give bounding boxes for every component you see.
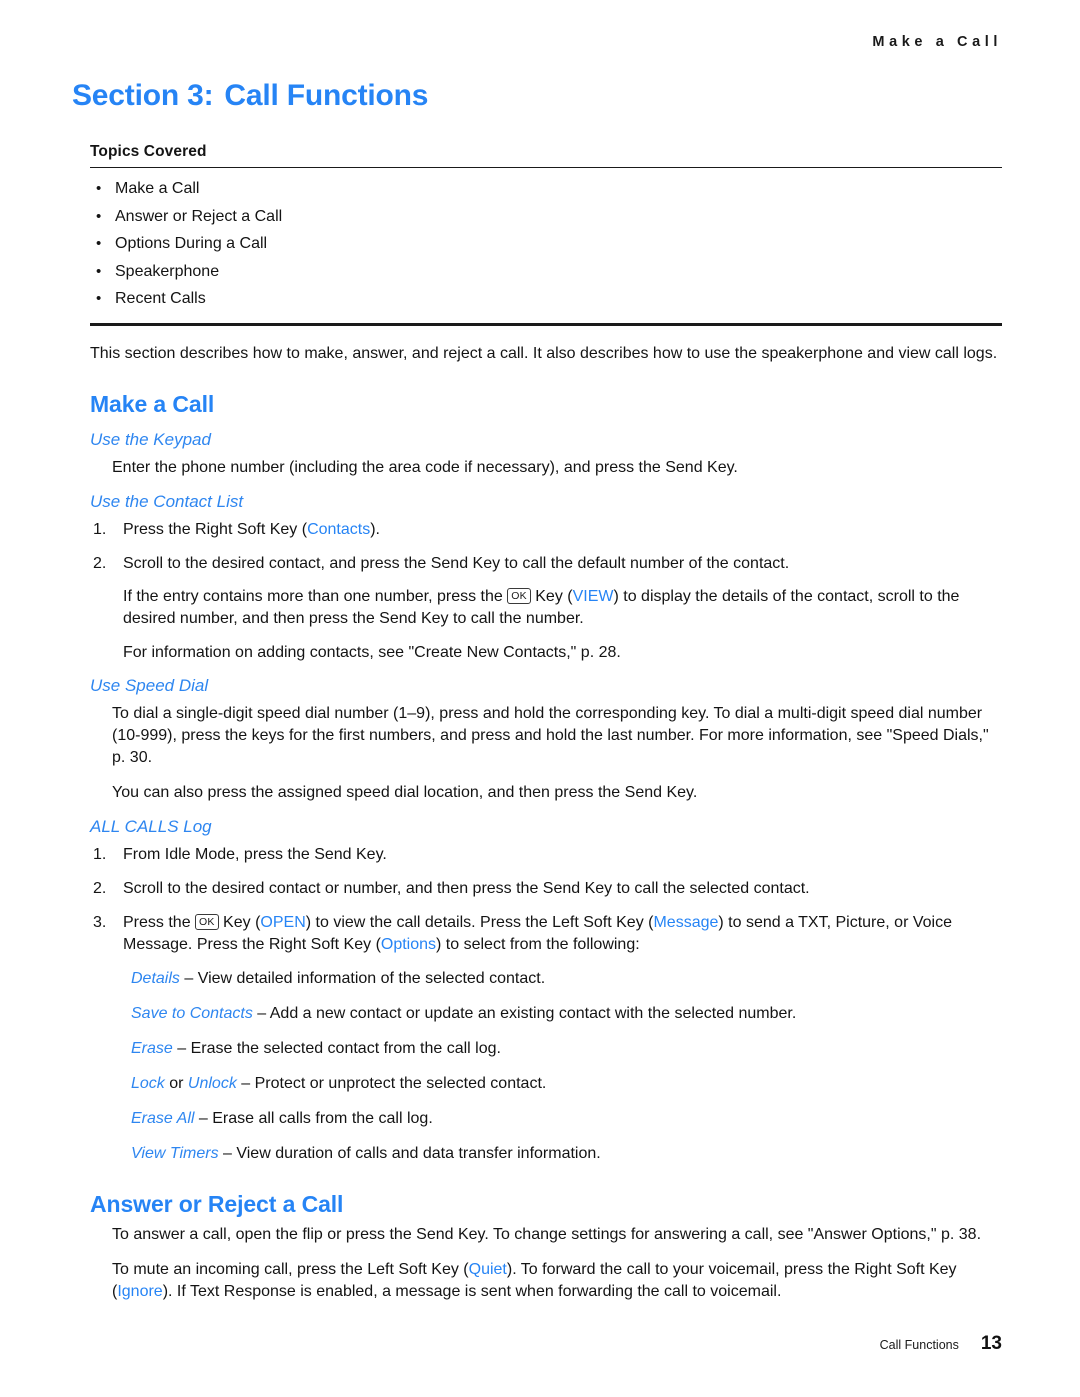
footer-chapter-label: Call Functions: [879, 1338, 959, 1352]
option-desc: – View detailed information of the selec…: [179, 969, 546, 987]
section-label: Section 3:: [72, 79, 214, 112]
step-number: 1.: [93, 845, 107, 863]
page-footer: Call Functions 13: [880, 1333, 1002, 1355]
step-text-pre: Press the Right Soft Key (: [123, 520, 308, 538]
list-item: • Make a Call: [90, 175, 1002, 203]
option-item-lock-unlock: Lock or Unlock – Protect or unprotect th…: [131, 1073, 1002, 1095]
speed-dial-paragraph-2: You can also press the assigned speed di…: [112, 783, 698, 801]
softkey-label-contacts: Contacts: [307, 520, 371, 538]
topics-rule-top: [90, 167, 1002, 168]
option-term-2: Unlock: [187, 1074, 237, 1092]
option-desc: – Add a new contact or update an existin…: [252, 1004, 797, 1022]
option-term: Details: [131, 969, 180, 987]
call-log-options-list: Details – View detailed information of t…: [90, 968, 1002, 1165]
manual-page: Make a Call Section 3: Call Functions Top…: [0, 0, 1080, 1397]
ar2-pre: To mute an incoming call, press the Left…: [112, 1260, 469, 1278]
option-term: Lock: [131, 1074, 165, 1092]
option-desc: – Protect or unprotect the selected cont…: [236, 1074, 547, 1092]
step-text: Scroll to the desired contact, and press…: [123, 554, 790, 572]
all-calls-steps: 1. From Idle Mode, press the Send Key. 2…: [90, 844, 1002, 956]
list-item: • Options During a Call: [90, 230, 1002, 258]
option-item-erase-all: Erase All – Erase all calls from the cal…: [131, 1108, 1002, 1130]
list-item: • Answer or Reject a Call: [90, 203, 1002, 231]
option-term: Erase: [131, 1039, 173, 1057]
answer-reject-paragraph-1: To answer a call, open the flip or press…: [112, 1225, 982, 1243]
step-number: 3.: [93, 913, 107, 931]
answer-reject-paragraph-2: To mute an incoming call, press the Left…: [112, 1259, 1002, 1303]
bullet-icon: •: [96, 180, 102, 197]
ok-key-icon: OK: [507, 588, 531, 604]
subheading-all-calls-log: ALL CALLS Log: [90, 816, 212, 836]
step-item: 2. Scroll to the desired contact, and pr…: [90, 553, 1002, 630]
topic-label: Speakerphone: [115, 262, 220, 280]
option-desc: – Erase all calls from the call log.: [194, 1109, 433, 1127]
step3-mid2: ) to view the call details. Press the Le…: [305, 913, 654, 931]
step-item: 1. From Idle Mode, press the Send Key.: [90, 844, 1002, 866]
option-item-view-timers: View Timers – View duration of calls and…: [131, 1143, 1002, 1165]
bullet-icon: •: [96, 207, 102, 225]
option-term: View Timers: [131, 1144, 219, 1162]
option-desc: – Erase the selected contact from the ca…: [172, 1039, 501, 1057]
subheading-use-the-keypad: Use the Keypad: [90, 429, 211, 449]
subheading-use-the-contact-list: Use the Contact List: [90, 491, 244, 511]
option-term: Erase All: [131, 1109, 195, 1127]
note-pre: If the entry contains more than one numb…: [123, 587, 508, 605]
option-item-details: Details – View detailed information of t…: [131, 968, 1002, 990]
step-text: From Idle Mode, press the Send Key.: [123, 845, 387, 863]
bullet-icon: •: [96, 290, 102, 307]
heading-answer-or-reject-a-call: Answer or Reject a Call: [90, 1190, 344, 1217]
topic-label: Options During a Call: [115, 235, 268, 252]
topics-rule-bottom: [90, 322, 1002, 326]
keypad-paragraph: Enter the phone number (including the ar…: [112, 458, 738, 476]
softkey-label-options: Options: [380, 935, 437, 953]
bullet-icon: •: [96, 235, 102, 252]
footer-page-number: 13: [980, 1333, 1002, 1354]
option-conj: or: [164, 1074, 188, 1092]
note-mid: Key (: [530, 587, 573, 605]
list-item: • Speakerphone: [90, 258, 1002, 286]
option-item-save-to-contacts: Save to Contacts – Add a new contact or …: [131, 1003, 1002, 1025]
topic-label: Recent Calls: [115, 290, 206, 307]
running-header: Make a Call: [872, 34, 1002, 50]
intro-paragraph: This section describes how to make, answ…: [90, 344, 998, 362]
softkey-label-message: Message: [653, 913, 719, 931]
step-text: Press the Right Soft Key (Contacts).: [123, 519, 1002, 541]
softkey-label-quiet: Quiet: [468, 1260, 507, 1278]
option-desc: – View duration of calls and data transf…: [218, 1144, 601, 1162]
step-text: Scroll to the desired contact or number,…: [123, 879, 810, 897]
contact-list-steps: 1. Press the Right Soft Key (Contacts). …: [90, 519, 1002, 630]
content-column: Topics Covered • Make a Call • Answer or R…: [90, 143, 1002, 1316]
step-item: 2. Scroll to the desired contact or numb…: [90, 878, 1002, 900]
list-item: • Recent Calls: [90, 285, 1002, 313]
page-title: Section 3: Call Functions: [72, 79, 428, 113]
ar2-post: ). If Text Response is enabled, a messag…: [162, 1282, 782, 1300]
ok-key-icon: OK: [195, 914, 219, 930]
speed-dial-paragraph-1: To dial a single-digit speed dial number…: [112, 704, 989, 766]
step-item: 1. Press the Right Soft Key (Contacts).: [90, 519, 1002, 541]
bullet-icon: •: [96, 262, 102, 280]
step-number: 2.: [93, 554, 107, 572]
softkey-label-open: OPEN: [260, 913, 306, 931]
section-title-text: Call Functions: [224, 79, 429, 112]
step-number: 2.: [93, 879, 107, 897]
step-text: Press the OK Key (OPEN) to view the call…: [123, 912, 1002, 956]
topic-label: Answer or Reject a Call: [115, 207, 283, 225]
step3-pre: Press the: [123, 913, 196, 931]
option-item-erase: Erase – Erase the selected contact from …: [131, 1038, 1002, 1060]
subheading-use-speed-dial: Use Speed Dial: [90, 675, 209, 695]
step-number: 1.: [93, 520, 107, 538]
heading-make-a-call: Make a Call: [90, 390, 215, 417]
option-term: Save to Contacts: [131, 1004, 253, 1022]
step-note: If the entry contains more than one numb…: [123, 586, 1002, 630]
contact-list-footnote: For information on adding contacts, see …: [123, 643, 621, 661]
softkey-label-ignore: Ignore: [117, 1282, 163, 1300]
step-text-post: ).: [370, 520, 380, 538]
step3-mid1: Key (: [218, 913, 261, 931]
step3-post: ) to select from the following:: [436, 935, 640, 953]
step-item: 3. Press the OK Key (OPEN) to view the c…: [90, 912, 1002, 956]
topics-covered-label: Topics Covered: [90, 143, 207, 160]
topic-label: Make a Call: [115, 180, 200, 197]
softkey-label-view: VIEW: [572, 587, 614, 605]
topics-list: • Make a Call • Answer or Reject a Call • O…: [90, 175, 1002, 313]
